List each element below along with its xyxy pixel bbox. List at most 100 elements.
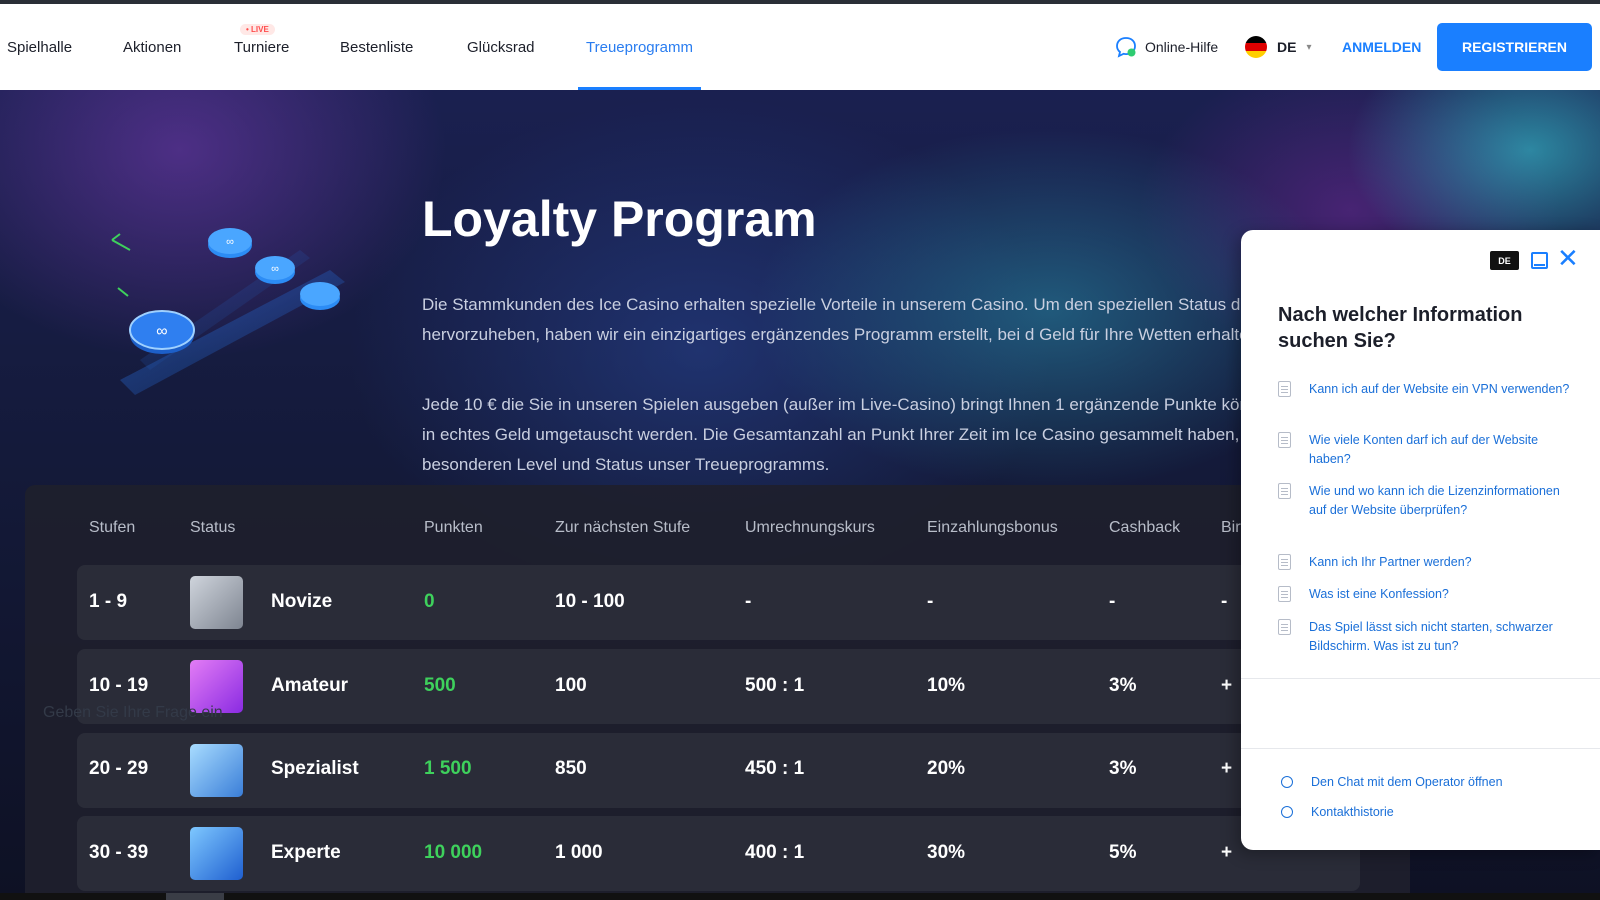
panel-divider xyxy=(1241,678,1600,679)
row-cashback: - xyxy=(1109,591,1116,612)
table-row xyxy=(77,733,1360,808)
scrollbar-thumb[interactable] xyxy=(166,893,224,900)
main-navigation: Spielhalle Aktionen • LIVE Turniere Best… xyxy=(0,4,1600,90)
chat-bubble-icon xyxy=(1116,37,1136,58)
question-input[interactable]: Geben Sie Ihre Frage ein xyxy=(43,704,223,722)
row-status: Experte xyxy=(271,842,341,863)
panel-divider xyxy=(1241,748,1600,749)
nav-item-turniere[interactable]: Turniere xyxy=(234,4,289,90)
language-label: DE xyxy=(1277,39,1297,55)
faq-item[interactable]: Kann ich auf der Website ein VPN verwend… xyxy=(1278,380,1578,399)
row-rate: 450 : 1 xyxy=(745,758,805,779)
row-level: 30 - 39 xyxy=(89,842,149,863)
loyalty-illustration: ∞ ∞ ∞ xyxy=(111,228,345,395)
document-icon xyxy=(1278,619,1291,635)
row-rate: 500 : 1 xyxy=(745,675,805,696)
panel-title: Nach welcher Information suchen Sie? xyxy=(1278,304,1523,352)
svg-text:∞: ∞ xyxy=(226,236,234,248)
row-bonus: 30% xyxy=(927,842,966,863)
contact-history-link[interactable]: Kontakthistorie xyxy=(1281,805,1394,819)
faq-link[interactable]: Kann ich Ihr Partner werden? xyxy=(1309,553,1472,572)
row-level: 20 - 29 xyxy=(89,758,149,779)
nav-item-gluecksrad[interactable]: Glücksrad xyxy=(467,4,535,90)
faq-link[interactable]: Wie viele Konten darf ich auf der Websit… xyxy=(1309,431,1578,469)
document-icon xyxy=(1278,586,1291,602)
faq-item[interactable]: Wie viele Konten darf ich auf der Websit… xyxy=(1278,431,1578,469)
row-bonus: - xyxy=(927,591,934,612)
nav-item-bestenliste[interactable]: Bestenliste xyxy=(340,4,413,90)
clock-icon xyxy=(1281,806,1293,818)
help-panel: DE ✕ Nach welcher Information suchen Sie… xyxy=(1241,230,1600,850)
row-level: 10 - 19 xyxy=(89,675,149,696)
contact-history-label: Kontakthistorie xyxy=(1311,805,1394,819)
row-points: 10 000 xyxy=(424,842,483,863)
faq-link[interactable]: Was ist eine Konfession? xyxy=(1309,585,1449,604)
table-row xyxy=(77,816,1360,891)
row-rate: 400 : 1 xyxy=(745,842,805,863)
faq-item[interactable]: Kann ich Ihr Partner werden? xyxy=(1278,553,1578,572)
german-flag-icon xyxy=(1245,36,1267,58)
language-selector[interactable]: DE ▾ xyxy=(1245,4,1311,90)
header-stufen: Stufen xyxy=(89,519,136,536)
nav-item-aktionen[interactable]: Aktionen xyxy=(123,4,181,90)
row-level: 1 - 9 xyxy=(89,591,128,612)
header-cashback: Cashback xyxy=(1109,519,1181,536)
login-button[interactable]: ANMELDEN xyxy=(1342,4,1421,90)
header-rate: Umrechnungskurs xyxy=(745,519,875,536)
row-rate: - xyxy=(745,591,752,612)
experte-badge-icon xyxy=(190,827,243,880)
row-next: 100 xyxy=(555,675,587,696)
faq-link[interactable]: Das Spiel lässt sich nicht starten, schw… xyxy=(1309,618,1578,656)
header-next-level: Zur nächsten Stufe xyxy=(555,519,691,536)
row-points: 1 500 xyxy=(424,758,472,779)
spezialist-badge-icon xyxy=(190,744,243,797)
svg-text:∞: ∞ xyxy=(156,323,167,340)
row-cashback: 3% xyxy=(1109,758,1137,779)
row-points: 0 xyxy=(424,591,435,612)
online-help-label: Online-Hilfe xyxy=(1145,39,1219,55)
row-birthday: - xyxy=(1221,591,1228,612)
header-deposit-bonus: Einzahlungsbonus xyxy=(927,519,1058,536)
row-bonus: 10% xyxy=(927,675,966,696)
horizontal-scrollbar[interactable] xyxy=(0,893,1600,900)
faq-item[interactable]: Wie und wo kann ich die Lizenzinformatio… xyxy=(1278,482,1578,520)
row-next: 850 xyxy=(555,758,587,779)
row-birthday: + xyxy=(1221,758,1233,779)
operator-chat-label: Den Chat mit dem Operator öffnen xyxy=(1311,775,1503,789)
novize-badge-icon xyxy=(190,576,243,629)
row-status: Amateur xyxy=(271,675,349,696)
document-icon xyxy=(1278,554,1291,570)
table-row xyxy=(77,649,1360,724)
row-cashback: 5% xyxy=(1109,842,1137,863)
row-status: Spezialist xyxy=(271,758,359,779)
document-icon xyxy=(1278,483,1291,499)
faq-link[interactable]: Kann ich auf der Website ein VPN verwend… xyxy=(1309,380,1569,399)
row-birthday: + xyxy=(1221,842,1233,863)
operator-chat-link[interactable]: Den Chat mit dem Operator öffnen xyxy=(1281,775,1503,789)
page-title: Loyalty Program xyxy=(422,191,817,247)
faq-item[interactable]: Das Spiel lässt sich nicht starten, schw… xyxy=(1278,618,1578,656)
header-punkten: Punkten xyxy=(424,519,483,536)
faq-link[interactable]: Wie und wo kann ich die Lizenzinformatio… xyxy=(1309,482,1578,520)
row-birthday: + xyxy=(1221,675,1233,696)
minimize-icon[interactable] xyxy=(1531,252,1548,269)
row-points: 500 xyxy=(424,675,456,696)
faq-item[interactable]: Was ist eine Konfession? xyxy=(1278,585,1578,604)
document-icon xyxy=(1278,381,1291,397)
table-row xyxy=(77,565,1360,640)
close-icon[interactable]: ✕ xyxy=(1557,245,1579,271)
chevron-down-icon: ▾ xyxy=(1306,41,1312,53)
row-status: Novize xyxy=(271,591,333,612)
panel-language-badge[interactable]: DE xyxy=(1490,251,1519,270)
row-bonus: 20% xyxy=(927,758,966,779)
row-cashback: 3% xyxy=(1109,675,1137,696)
nav-item-treueprogramm[interactable]: Treueprogramm xyxy=(578,4,701,90)
chat-icon xyxy=(1281,776,1293,788)
register-button[interactable]: REGISTRIEREN xyxy=(1437,23,1592,71)
row-next: 1 000 xyxy=(555,842,603,863)
online-help-button[interactable]: Online-Hilfe xyxy=(1115,4,1218,90)
svg-text:∞: ∞ xyxy=(271,263,279,275)
row-next: 10 - 100 xyxy=(555,591,625,612)
nav-item-spielhalle[interactable]: Spielhalle xyxy=(7,4,72,90)
header-status: Status xyxy=(190,519,236,536)
